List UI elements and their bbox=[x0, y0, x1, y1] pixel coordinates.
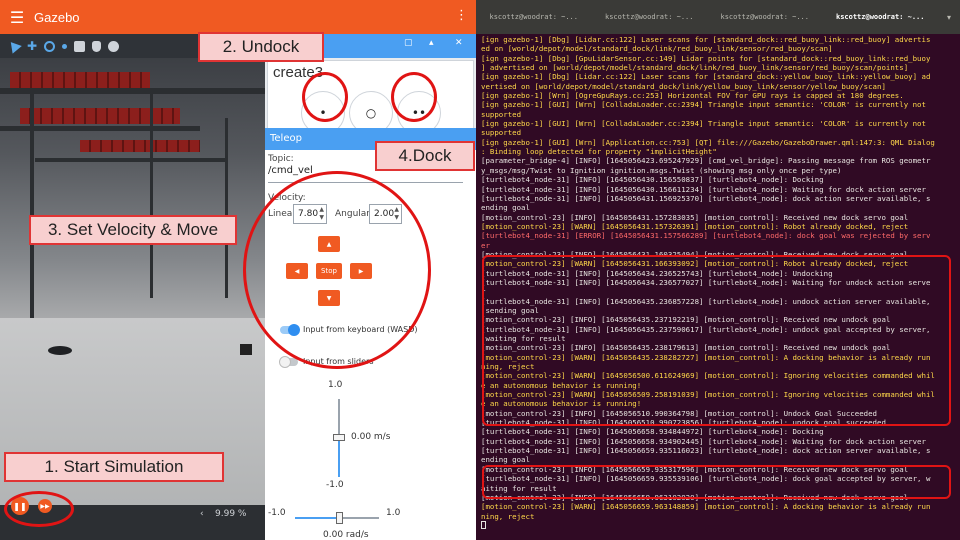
shelf-beam bbox=[35, 158, 225, 162]
annotation-undock: 2. Undock bbox=[198, 32, 324, 62]
chevron-left-icon[interactable]: ‹ bbox=[200, 509, 204, 519]
window-icon[interactable]: ▢ bbox=[404, 38, 413, 48]
terminal-line: [turtlebot4_node-31] [INFO] [1645056431.… bbox=[481, 193, 931, 203]
annotation-box-dock-log bbox=[482, 465, 951, 499]
linear-slider-thumb[interactable] bbox=[333, 434, 345, 441]
shelf-post bbox=[225, 118, 228, 298]
vertical-dots-icon[interactable]: ⋮ bbox=[455, 8, 468, 23]
toggle-knob bbox=[279, 356, 291, 368]
topic-label: Topic: bbox=[268, 154, 294, 164]
dot-icon[interactable] bbox=[62, 43, 68, 49]
terminal-tab-bar: kscottz@woodrat: ~... kscottz@woodrat: ~… bbox=[476, 0, 960, 34]
terminal-line: [ign gazebo-1] [Dbg] [Lidar.cc:122] Lase… bbox=[481, 35, 931, 44]
angular-max-label: 1.0 bbox=[386, 508, 401, 518]
terminal-line: [turtlebot4_node-31] [ERROR] [1645056431… bbox=[481, 231, 931, 241]
terminal-line: [turtlebot4_node-31] [INFO] [1645056430.… bbox=[481, 175, 824, 185]
shelf-post bbox=[150, 88, 153, 298]
robot-model[interactable] bbox=[48, 346, 72, 355]
terminal-line: ending goal bbox=[481, 455, 530, 465]
terminal-tab[interactable]: kscottz@woodrat: ~... bbox=[707, 13, 823, 21]
terminal-line: [turtlebot4_node-31] [INFO] [1645056659.… bbox=[481, 446, 931, 456]
annotation-ring-dock bbox=[391, 72, 437, 122]
cylinder-icon[interactable] bbox=[92, 40, 102, 52]
barrel-row bbox=[20, 108, 180, 124]
terminal-tab-active[interactable]: kscottz@woodrat: ~... bbox=[823, 13, 939, 21]
angular-min-label: -1.0 bbox=[268, 508, 286, 518]
terminal-line: [ign gazebo-1] [Dbg] [GpuLidarSensor.cc:… bbox=[481, 53, 931, 63]
annotation-velocity: 3. Set Velocity & Move bbox=[29, 215, 237, 245]
terminal-line: [ign gazebo-1] [GUI] [Wrn] [ColladaLoade… bbox=[481, 119, 926, 129]
real-time-factor: 9.99 % bbox=[215, 509, 247, 519]
annotation-start-simulation: 1. Start Simulation bbox=[4, 452, 224, 482]
translate-icon[interactable]: ✚ bbox=[27, 40, 37, 52]
gazebo-title: Gazebo bbox=[34, 9, 80, 25]
annotation-ring-play bbox=[4, 491, 74, 527]
linear-min-label: -1.0 bbox=[326, 480, 344, 490]
terminal-line bbox=[481, 520, 956, 531]
up-icon[interactable]: ▴ bbox=[429, 38, 434, 48]
annotation-dock: 4.Dock bbox=[375, 141, 475, 171]
terminal-line: ed on [world/depot/model/standard_dock/l… bbox=[481, 44, 833, 54]
terminal-line: y_msgs/msg/Twist to Ignition ignition.ms… bbox=[481, 165, 842, 175]
select-arrow-icon[interactable] bbox=[6, 38, 22, 54]
annotation-box-undock-log bbox=[482, 255, 951, 426]
shelf-beam bbox=[0, 88, 265, 94]
terminal-line: [turtlebot4_node-31] [INFO] [1645056658.… bbox=[481, 427, 824, 437]
terminal-line: [parameter_bridge-4] [INFO] [1645056423.… bbox=[481, 156, 931, 166]
terminal-line: [turtlebot4_node-31] [INFO] [1645056658.… bbox=[481, 436, 926, 446]
angular-slider-thumb[interactable] bbox=[336, 512, 343, 524]
terminal-tab[interactable]: kscottz@woodrat: ~... bbox=[476, 13, 592, 21]
barrel-row bbox=[80, 140, 200, 152]
rotate-icon[interactable] bbox=[44, 40, 56, 52]
cursor-icon bbox=[481, 520, 486, 529]
box-icon[interactable] bbox=[74, 40, 86, 52]
terminal-line: [ign gazebo-1] [GUI] [Wrn] [Application.… bbox=[481, 137, 935, 147]
angular-slider-fill bbox=[295, 517, 337, 519]
terminal-tab[interactable]: kscottz@woodrat: ~... bbox=[592, 13, 708, 21]
sphere-icon[interactable] bbox=[108, 40, 120, 52]
terminal-line: : Binding loop detected for property "im… bbox=[481, 147, 717, 157]
terminal-line: [ign gazebo-1] [Wrn] [OgreGpuRays.cc:253… bbox=[481, 91, 904, 101]
dropdown-icon[interactable]: ▾ bbox=[938, 13, 960, 22]
annotation-ring-undock bbox=[302, 72, 348, 122]
terminal-line: [motion_control-23] [INFO] [1645056431.1… bbox=[481, 212, 909, 222]
barrel-row bbox=[10, 72, 150, 88]
hamburger-icon[interactable]: ☰ bbox=[0, 8, 34, 27]
linear-max-label: 1.0 bbox=[328, 380, 343, 390]
terminal-line: supported bbox=[481, 109, 522, 119]
terminal-line: ning, reject bbox=[481, 511, 535, 521]
terminal-line: ] advertised on [world/depot/model/stand… bbox=[481, 63, 909, 73]
angular-slider-track[interactable] bbox=[341, 517, 379, 519]
terminal-line: supported bbox=[481, 128, 522, 138]
shelf-post bbox=[30, 88, 34, 318]
terminal-line: [turtlebot4_node-31] [INFO] [1645056430.… bbox=[481, 184, 926, 194]
terminal-line: [motion_control-23] [WARN] [1645056431.1… bbox=[481, 221, 909, 231]
terminal-line: vertised on [world/depot/model/standard_… bbox=[481, 81, 886, 91]
linear-slider-track[interactable] bbox=[338, 399, 340, 437]
terminal-line: [ign gazebo-1] [GUI] [Wrn] [ColladaLoade… bbox=[481, 100, 926, 110]
terminal-line: [ign gazebo-1] [Dbg] [Lidar.cc:122] Lase… bbox=[481, 72, 931, 82]
screenshot-root: ☰ Gazebo ⋮ ✚ ❚❚ ▶▶ ‹ 9.99 % ▢ ▴ ✕ create… bbox=[0, 0, 960, 540]
terminal-line: er bbox=[481, 240, 490, 250]
gazebo-title-bar: ☰ Gazebo ⋮ bbox=[0, 0, 476, 34]
linear-readout: 0.00 m/s bbox=[351, 432, 391, 442]
terminal-line: [motion_control-23] [WARN] [1645056659.9… bbox=[481, 502, 931, 512]
terminal-line: ending goal bbox=[481, 203, 530, 213]
linear-slider-fill bbox=[338, 439, 340, 477]
close-icon[interactable]: ✕ bbox=[455, 38, 463, 48]
annotation-ring-teleop bbox=[243, 171, 431, 369]
angular-readout: 0.00 rad/s bbox=[323, 530, 369, 540]
dock-model[interactable] bbox=[240, 344, 252, 355]
